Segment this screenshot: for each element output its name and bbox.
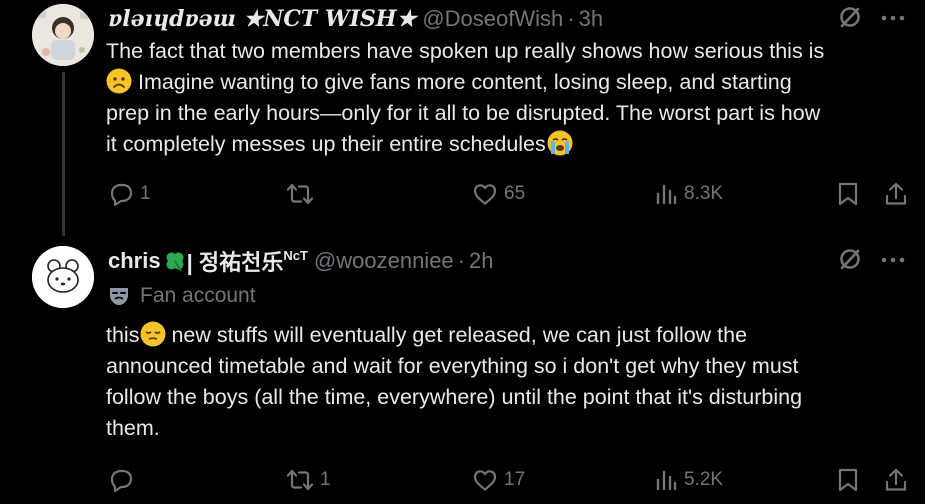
repost-count: 1 [320,469,331,490]
tweet-1[interactable]: ɐlǝıɥdɐǝɯ ★NCT WISH★ @DoseofWish · 3h Th… [0,0,925,236]
fan-account-mask-icon [108,285,130,307]
grok-icon[interactable] [837,246,863,277]
grok-icon[interactable] [837,4,863,35]
bookmark-button[interactable] [836,178,860,210]
action-bar: 1 65 8.3K [0,178,925,210]
reply-icon [108,467,134,493]
more-icon[interactable] [881,252,905,270]
like-button[interactable]: 17 [472,464,525,496]
tweet-header: ɐlǝıɥdɐǝɯ ★NCT WISH★ @DoseofWish · 3h [108,4,603,34]
share-icon [884,181,908,207]
views-icon [654,468,678,492]
separator-dot: · [457,248,465,273]
avatar[interactable] [32,246,94,308]
text-fragment: this [106,323,140,347]
more-icon[interactable] [881,10,905,28]
views-icon [654,182,678,206]
text-line: follow the boys (all the time, everywher… [106,385,803,409]
display-name-tag: NcT [283,247,308,263]
text-fragment: Imagine wanting to give fans more conten… [132,70,792,94]
crying-face-emoji [546,130,573,156]
bookmark-icon [836,467,860,493]
tweet-text: this new stuffs will eventually get rele… [106,320,906,444]
share-button[interactable] [884,464,908,496]
timestamp[interactable]: 2h [469,248,493,274]
display-name-suffix[interactable]: | 정祐천乐 [187,245,284,277]
like-count: 65 [504,183,526,204]
views-button[interactable]: 8.3K [654,178,723,210]
views-count: 5.2K [684,469,724,490]
timestamp[interactable]: 3h [579,6,603,32]
views-count: 8.3K [684,183,724,204]
tweet-text: The fact that two members have spoken up… [106,36,906,160]
action-bar: 1 17 5.2K [0,464,925,496]
text-line: it completely messes up their entire sch… [106,129,906,160]
repost-button[interactable]: 1 [286,464,331,496]
fan-account-text: Fan account [140,284,256,307]
like-button[interactable]: 65 [472,178,525,210]
handle[interactable]: @woozenniee [314,248,454,274]
reply-button[interactable]: 1 [108,178,151,210]
share-button[interactable] [884,178,908,210]
fan-account-label: Fan account [108,284,256,308]
text-line: this new stuffs will eventually get rele… [106,320,906,351]
separator-dot: · [567,6,575,31]
frowning-face-emoji [106,68,132,94]
text-line: them. [106,416,160,440]
text-line: announced timetable and wait for everyth… [106,354,799,378]
heart-icon [472,182,498,206]
repost-icon [286,182,314,206]
text-line: Imagine wanting to give fans more conten… [106,67,906,98]
display-name[interactable]: ɐlǝıɥdɐǝɯ ★NCT WISH★ [108,6,416,32]
handle[interactable]: @DoseofWish [422,6,563,32]
heart-icon [472,468,498,492]
relieved-face-emoji [139,321,166,347]
repost-icon [286,468,314,492]
text-fragment: new stuffs will eventually get released,… [165,323,748,347]
text-line: The fact that two members have spoken up… [106,39,825,63]
text-fragment: it completely messes up their entire sch… [106,132,546,156]
bookmark-button[interactable] [836,464,860,496]
reply-button[interactable] [108,464,140,496]
header-actions [837,246,905,276]
reply-icon [108,181,134,207]
text-line: prep in the early hours—only for it all … [106,101,821,125]
thread-line [62,72,65,236]
header-actions [837,4,905,34]
tweet-header: chris | 정祐천乐 NcT @woozenniee · 2h [108,246,493,276]
display-name[interactable]: chris [108,248,161,274]
tweet-2[interactable]: chris | 정祐천乐 NcT @woozenniee · 2h Fan ac… [0,228,925,504]
clover-emoji [163,249,187,273]
views-button[interactable]: 5.2K [654,464,723,496]
bookmark-icon [836,181,860,207]
like-count: 17 [504,469,526,490]
reply-count: 1 [140,183,151,204]
share-icon [884,467,908,493]
avatar[interactable] [32,4,94,66]
repost-button[interactable] [286,178,320,210]
